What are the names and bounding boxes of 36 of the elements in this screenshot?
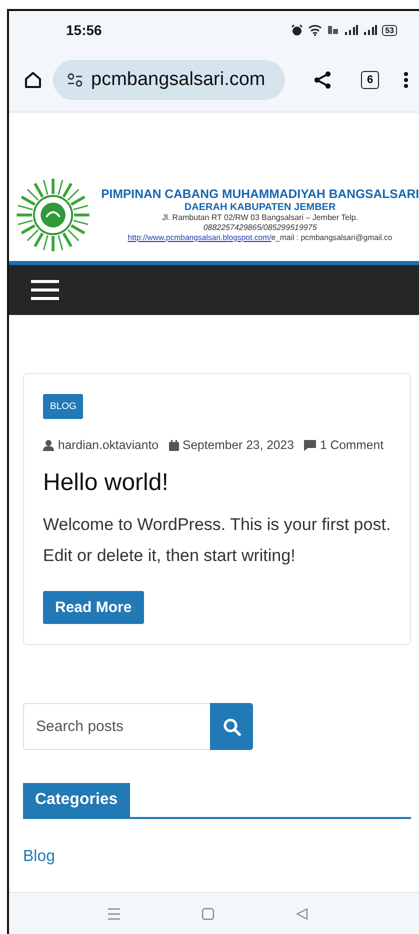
- signal-icon: [363, 24, 378, 36]
- wifi-icon: [308, 24, 322, 36]
- back-icon[interactable]: [296, 908, 308, 920]
- address-text: Jl. Rambutan RT 02/RW 03 Bangsalsari – Jember Telp.: [162, 212, 358, 222]
- phone-text: 0882257429865/085299519975: [203, 222, 317, 232]
- menu-icon[interactable]: [31, 280, 59, 300]
- status-time: 15:56: [66, 22, 102, 38]
- widget-heading: Categories: [23, 783, 130, 817]
- author-text[interactable]: hardian.oktavianto: [58, 438, 158, 452]
- post-title[interactable]: Hello world!: [43, 469, 391, 497]
- alarm-clock-icon: [291, 24, 304, 36]
- url-text: pcmbangsalsari.com: [91, 69, 266, 91]
- more-menu-icon[interactable]: [403, 71, 409, 89]
- recent-apps-icon[interactable]: [108, 908, 120, 920]
- search-icon: [222, 718, 240, 736]
- person-icon: [43, 440, 54, 450]
- search-button[interactable]: [210, 703, 253, 750]
- category-badge[interactable]: BLOG: [43, 394, 84, 419]
- address-bar[interactable]: pcmbangsalsari.com: [53, 60, 285, 100]
- comments-link[interactable]: 1 Comment: [320, 438, 384, 452]
- category-link[interactable]: Blog: [23, 848, 56, 865]
- region-subtitle: DAERAH KABUPATEN JEMBER: [184, 202, 336, 212]
- signal-icon: [344, 24, 358, 36]
- read-more-button[interactable]: Read More: [43, 591, 144, 624]
- comment-icon: [304, 440, 316, 450]
- organization-title: PIMPINAN CABANG MUHAMMADIYAH BANGSALSARI: [101, 186, 419, 202]
- site-settings-icon[interactable]: [67, 73, 83, 87]
- calendar-icon: [168, 440, 178, 450]
- home-icon[interactable]: [23, 70, 43, 90]
- tab-count[interactable]: 6: [361, 71, 379, 89]
- battery-level: 53: [382, 24, 397, 36]
- post-date[interactable]: September 23, 2023: [182, 438, 294, 452]
- post-excerpt: Welcome to WordPress. This is your first post. Edit or delete it, then start writing!: [43, 514, 391, 567]
- search-field[interactable]: Search posts: [23, 703, 210, 750]
- home-button-icon[interactable]: [202, 908, 214, 920]
- share-icon[interactable]: [313, 70, 333, 90]
